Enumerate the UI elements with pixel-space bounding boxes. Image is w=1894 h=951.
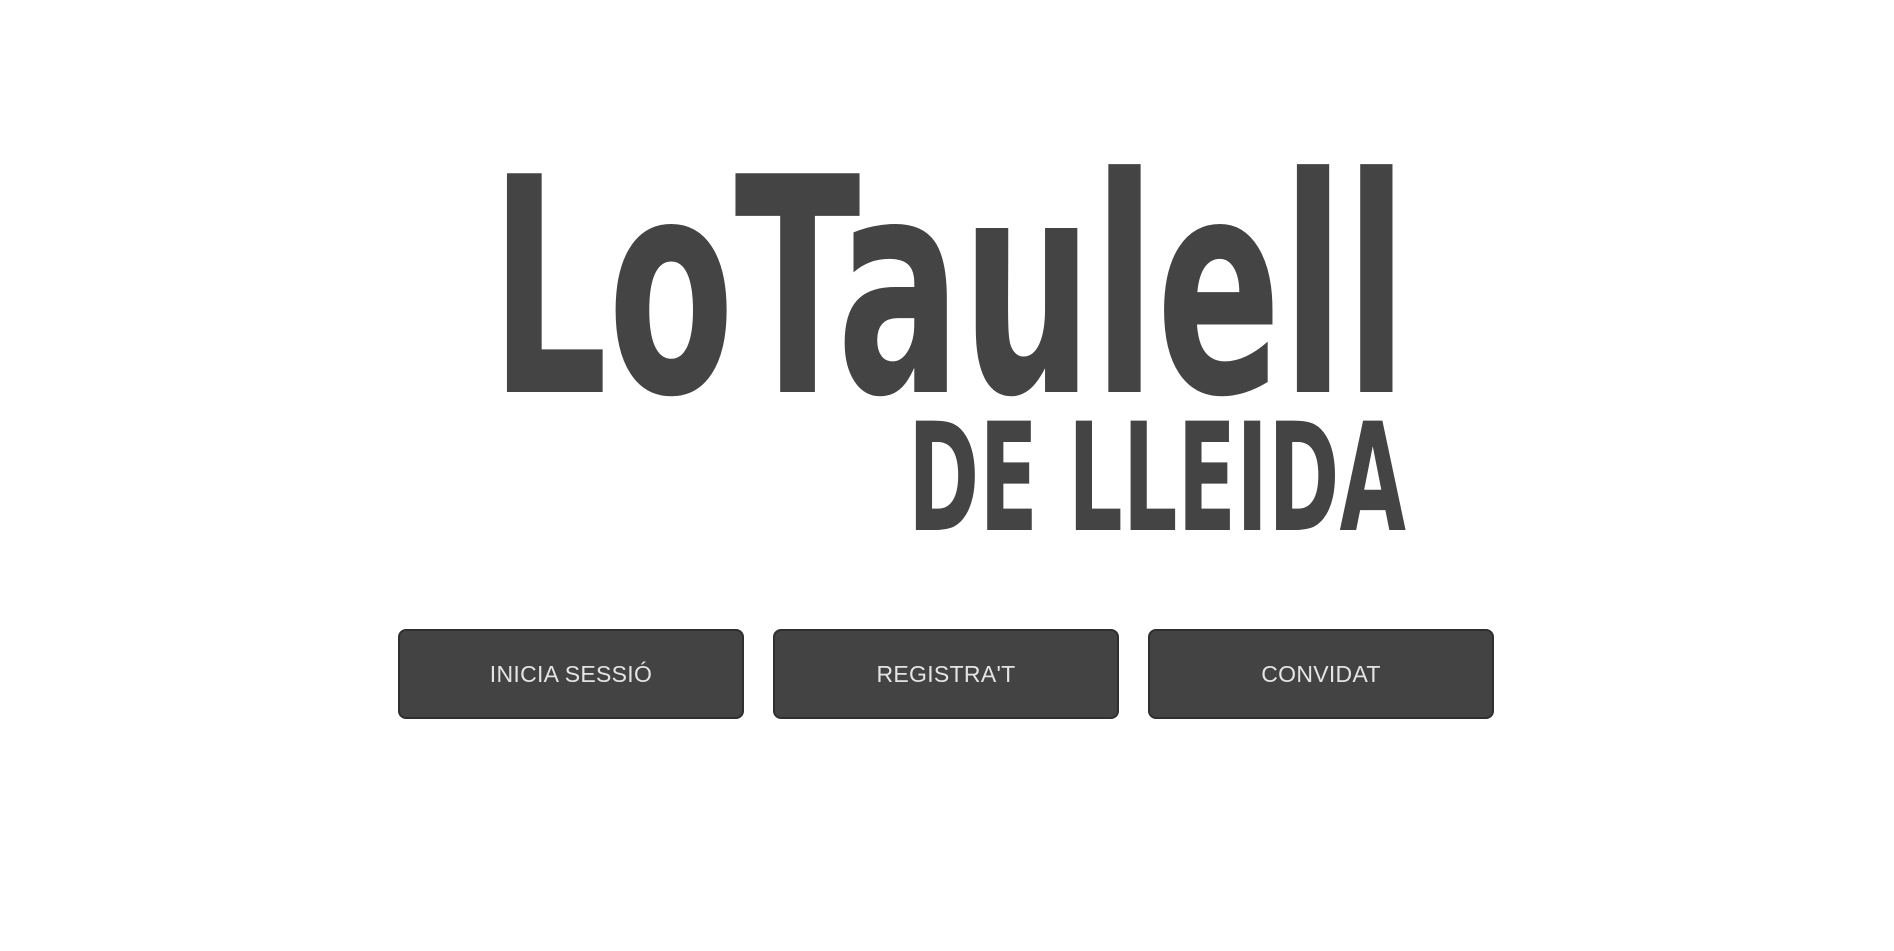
- action-buttons: INICIA SESSIÓ REGISTRA'T CONVIDAT: [398, 629, 1494, 719]
- site-logo: LoTaulell DE LLEIDA: [490, 114, 1408, 560]
- login-button[interactable]: INICIA SESSIÓ: [398, 629, 744, 719]
- register-button[interactable]: REGISTRA'T: [773, 629, 1119, 719]
- guest-button[interactable]: CONVIDAT: [1148, 629, 1494, 719]
- landing-page: LoTaulell DE LLEIDA INICIA SESSIÓ REGIST…: [0, 0, 1894, 951]
- logo-subtitle: DE LLEIDA: [908, 392, 1406, 560]
